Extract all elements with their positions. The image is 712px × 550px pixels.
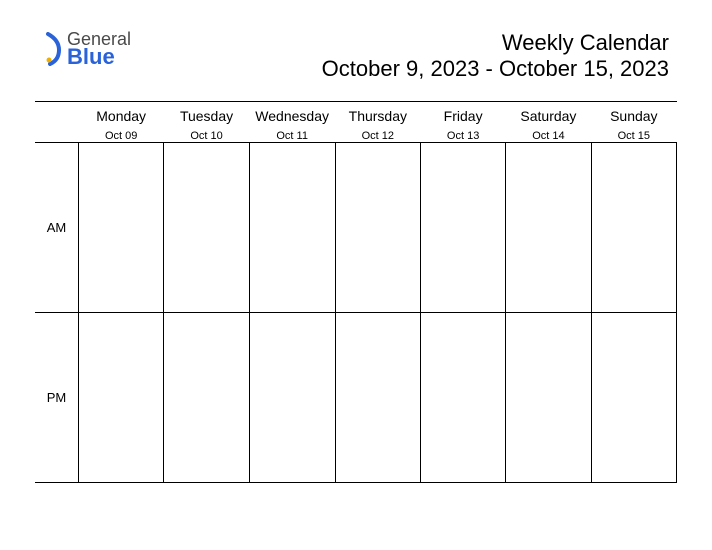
day-header-name: Thursday: [335, 101, 421, 124]
calendar-cell: [249, 142, 335, 312]
day-header-date: Oct 09: [79, 124, 164, 143]
day-header-name: Saturday: [506, 101, 591, 124]
title-area: Weekly Calendar October 9, 2023 - Octobe…: [322, 30, 677, 83]
day-header-name: Sunday: [591, 101, 676, 124]
day-header-name: Monday: [79, 101, 164, 124]
calendar-cell: [591, 142, 676, 312]
calendar-cell: [79, 142, 164, 312]
logo-swoosh-icon: [45, 32, 65, 66]
calendar-cell: [506, 312, 591, 482]
logo: General Blue: [35, 30, 131, 68]
am-row: AM: [35, 142, 677, 312]
document-title: Weekly Calendar: [322, 30, 669, 56]
day-header-date: Oct 12: [335, 124, 421, 143]
period-header-blank: [35, 124, 79, 143]
calendar-cell: [79, 312, 164, 482]
calendar-cell: [335, 142, 421, 312]
calendar-cell: [421, 142, 506, 312]
document-header: General Blue Weekly Calendar October 9, …: [35, 30, 677, 83]
day-header-name: Wednesday: [249, 101, 335, 124]
day-header-date: Oct 14: [506, 124, 591, 143]
calendar-cell: [164, 312, 249, 482]
calendar-cell: [421, 312, 506, 482]
calendar-cell: [591, 312, 676, 482]
calendar-cell: [335, 312, 421, 482]
day-name-row: Monday Tuesday Wednesday Thursday Friday…: [35, 101, 677, 124]
day-header-name: Friday: [421, 101, 506, 124]
pm-row: PM: [35, 312, 677, 482]
day-date-row: Oct 09 Oct 10 Oct 11 Oct 12 Oct 13 Oct 1…: [35, 124, 677, 143]
logo-text-line2: Blue: [67, 46, 131, 68]
calendar-cell: [249, 312, 335, 482]
day-header-date: Oct 11: [249, 124, 335, 143]
document-date-range: October 9, 2023 - October 15, 2023: [322, 56, 669, 82]
day-header-date: Oct 10: [164, 124, 249, 143]
period-header-blank: [35, 101, 79, 124]
calendar-cell: [164, 142, 249, 312]
day-header-date: Oct 15: [591, 124, 676, 143]
period-label-pm: PM: [35, 312, 79, 482]
period-label-am: AM: [35, 142, 79, 312]
weekly-calendar-table: Monday Tuesday Wednesday Thursday Friday…: [35, 101, 677, 483]
day-header-name: Tuesday: [164, 101, 249, 124]
calendar-cell: [506, 142, 591, 312]
day-header-date: Oct 13: [421, 124, 506, 143]
